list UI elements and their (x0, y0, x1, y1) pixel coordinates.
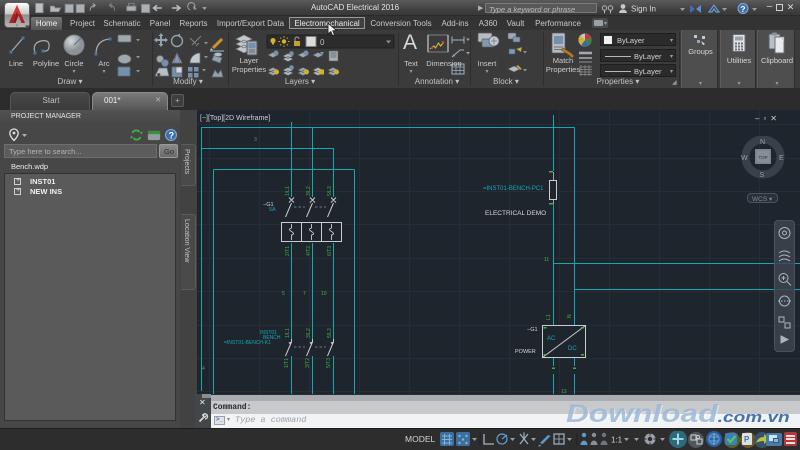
svg-text:E: E (779, 155, 784, 162)
svg-text:=INST01-BENCH-PC1: =INST01-BENCH-PC1 (483, 186, 544, 192)
svg-text:5/L3: 5/L3 (327, 328, 333, 338)
svg-text:−G1: −G1 (263, 202, 274, 208)
svg-text:[−][Top][2D Wireframe]: [−][Top][2D Wireframe] (200, 115, 270, 122)
svg-text:6/T3: 6/T3 (327, 246, 333, 256)
svg-text:?: ? (169, 130, 175, 140)
svg-text:1/L1: 1/L1 (285, 186, 291, 196)
svg-text:?: ? (740, 4, 745, 14)
svg-text:W: W (741, 155, 748, 162)
svg-text:1/L1: 1/L1 (285, 328, 291, 338)
svg-text:5: 5 (282, 291, 285, 297)
svg-text:11: 11 (544, 257, 549, 263)
svg-text:5/L3: 5/L3 (327, 186, 333, 196)
svg-text:=INST01-BENCH-K1: =INST01-BENCH-K1 (224, 340, 271, 346)
svg-text:1:1: 1:1 (611, 436, 623, 445)
svg-text:N: N (567, 314, 573, 318)
svg-text:3/L2: 3/L2 (306, 186, 312, 196)
svg-text:3/T2: 3/T2 (305, 358, 311, 368)
svg-text:10: 10 (321, 291, 327, 297)
svg-text:POWER: POWER (515, 349, 536, 355)
svg-text:3/L2: 3/L2 (306, 328, 312, 338)
svg-text:AC: AC (547, 336, 556, 342)
svg-text:N: N (760, 139, 765, 146)
svg-text:S: S (760, 172, 765, 179)
svg-text:L1: L1 (546, 314, 552, 320)
svg-text:4: 4 (202, 366, 205, 372)
svg-text:ELECTRICAL DEMO: ELECTRICAL DEMO (485, 210, 546, 217)
svg-text:DC: DC (568, 346, 577, 352)
svg-text:TOP: TOP (759, 155, 768, 160)
svg-text:4/T2: 4/T2 (306, 246, 312, 256)
svg-text:1/T1: 1/T1 (284, 358, 290, 368)
svg-text:P: P (744, 435, 750, 444)
svg-text:−G1: −G1 (527, 327, 538, 333)
svg-text:3: 3 (254, 137, 257, 143)
svg-text:2/T1: 2/T1 (285, 246, 291, 256)
svg-text:5/T3: 5/T3 (326, 358, 332, 368)
svg-text:0: 0 (320, 38, 325, 47)
svg-text:7: 7 (303, 291, 306, 297)
